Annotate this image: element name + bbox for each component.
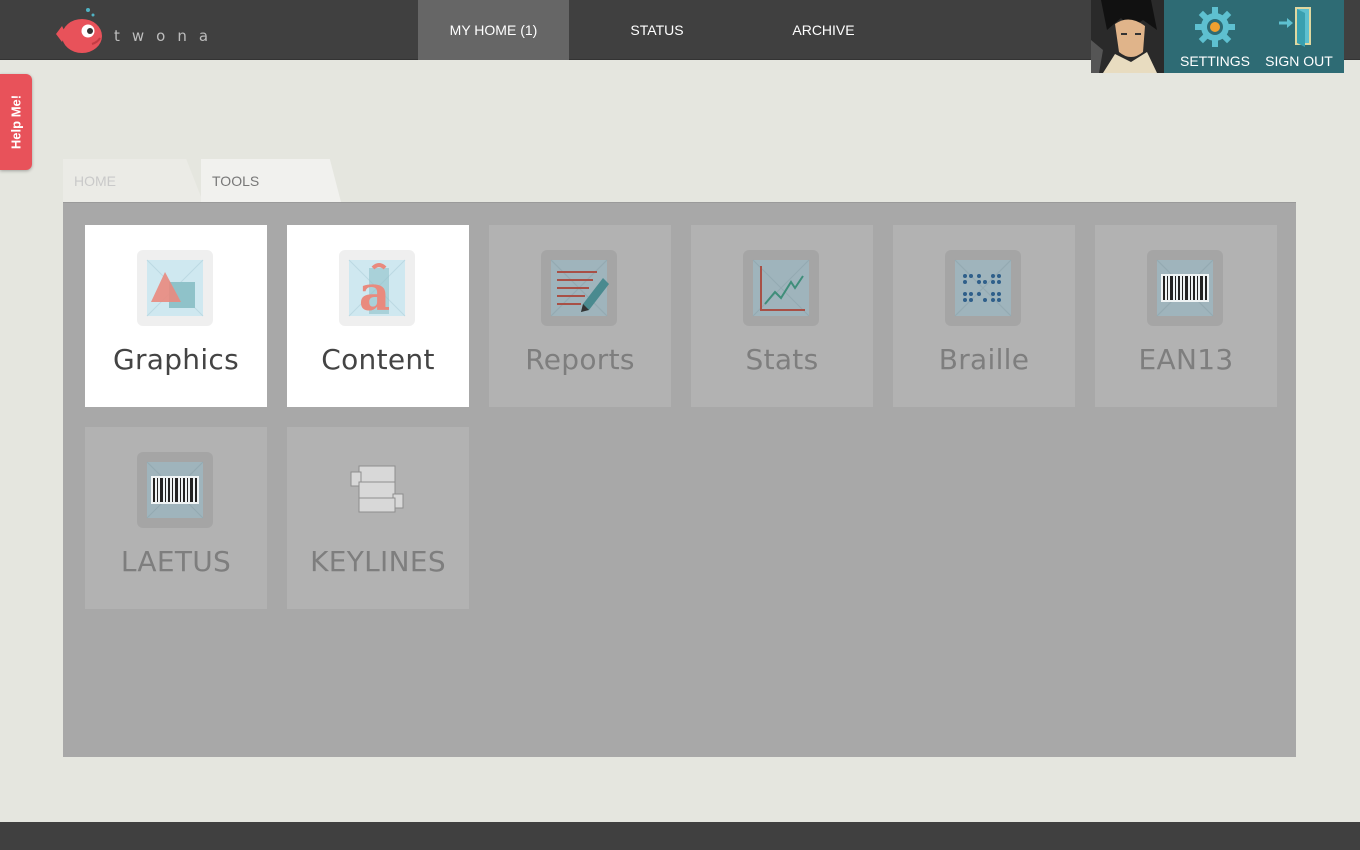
svg-text:a: a bbox=[359, 266, 390, 320]
tool-tile-reports[interactable]: Reports bbox=[489, 225, 671, 407]
tool-label: Stats bbox=[745, 343, 819, 376]
nav-archive[interactable]: ARCHIVE bbox=[745, 0, 902, 60]
avatar[interactable] bbox=[1091, 0, 1164, 73]
barcode-icon bbox=[137, 452, 213, 528]
gear-icon bbox=[1195, 7, 1235, 47]
tool-tile-content[interactable]: a Content bbox=[287, 225, 469, 407]
tool-label: KEYLINES bbox=[310, 545, 446, 578]
braille-icon bbox=[945, 250, 1021, 326]
tool-label: Braille bbox=[938, 343, 1030, 376]
door-exit-icon bbox=[1279, 7, 1311, 47]
user-panel: SETTINGS SIGN OUT bbox=[1091, 0, 1344, 73]
tool-label: Content bbox=[321, 343, 435, 376]
fish-logo-icon[interactable] bbox=[52, 4, 108, 58]
help-me-label: Help Me! bbox=[8, 94, 24, 150]
brand-name: twona bbox=[114, 27, 221, 45]
nav-my-home[interactable]: MY HOME (1) bbox=[418, 0, 569, 60]
tool-label: EAN13 bbox=[1138, 343, 1234, 376]
tool-tile-ean13[interactable]: EAN13 bbox=[1095, 225, 1277, 407]
sign-out-button[interactable]: SIGN OUT bbox=[1255, 0, 1343, 73]
keylines-icon bbox=[339, 452, 415, 528]
reports-icon bbox=[541, 250, 617, 326]
tools-panel: Graphics a Content Reports Stats Braille… bbox=[63, 202, 1296, 757]
settings-label: SETTINGS bbox=[1179, 53, 1250, 69]
graphics-icon bbox=[137, 250, 213, 326]
tool-label: Reports bbox=[525, 343, 635, 376]
breadcrumb-home[interactable]: HOME bbox=[63, 159, 203, 202]
settings-button[interactable]: SETTINGS bbox=[1175, 0, 1255, 73]
tool-tile-stats[interactable]: Stats bbox=[691, 225, 873, 407]
barcode-icon bbox=[1147, 250, 1223, 326]
help-me-tab[interactable]: Help Me! bbox=[0, 74, 32, 170]
stats-icon bbox=[743, 250, 819, 326]
tool-tile-laetus[interactable]: LAETUS bbox=[85, 427, 267, 609]
tool-tile-keylines[interactable]: KEYLINES bbox=[287, 427, 469, 609]
breadcrumb-tools[interactable]: TOOLS bbox=[201, 159, 341, 202]
tool-tile-braille[interactable]: Braille bbox=[893, 225, 1075, 407]
footer-bar bbox=[0, 822, 1360, 850]
content-icon: a bbox=[339, 250, 415, 326]
tool-label: LAETUS bbox=[120, 545, 232, 578]
main-nav: MY HOME (1) STATUS ARCHIVE bbox=[418, 0, 902, 60]
tool-label: Graphics bbox=[112, 343, 240, 376]
nav-status[interactable]: STATUS bbox=[569, 0, 745, 60]
tool-tile-graphics[interactable]: Graphics bbox=[85, 225, 267, 407]
sign-out-label: SIGN OUT bbox=[1265, 53, 1333, 69]
